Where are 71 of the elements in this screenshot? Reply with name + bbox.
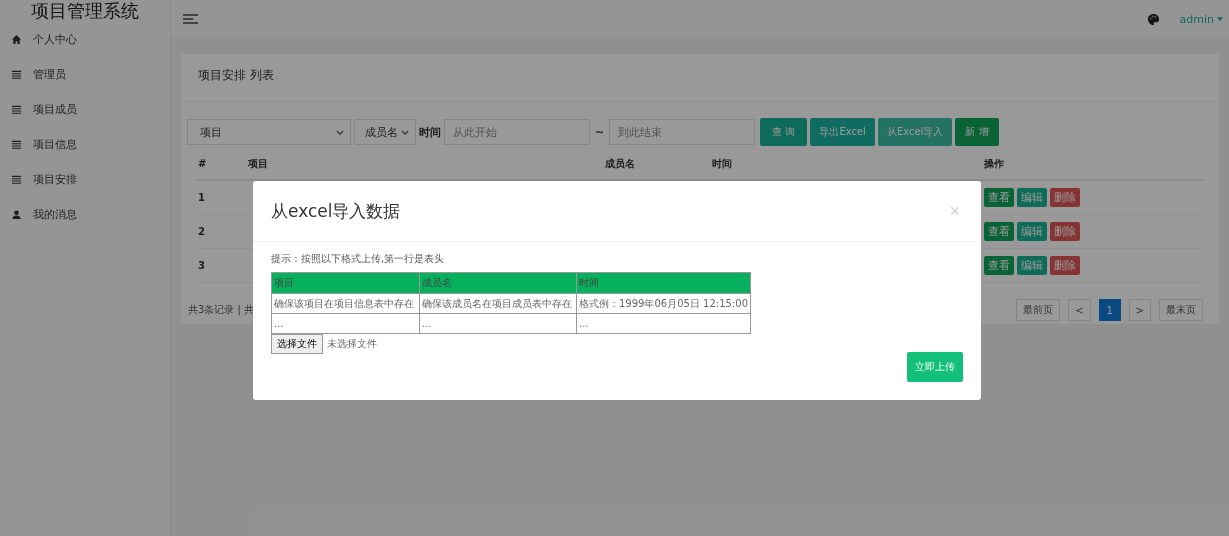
format-header: 成员名 <box>419 272 577 294</box>
row-action-button[interactable]: 查看 <box>984 188 1014 207</box>
sidebar-label: 管理员 <box>33 67 66 82</box>
toolbar-button[interactable]: 查 询 <box>760 118 808 146</box>
row-action-button[interactable]: 删除 <box>1050 256 1080 275</box>
row-action-button[interactable]: 编辑 <box>1017 222 1047 241</box>
row-action-button[interactable]: 删除 <box>1050 222 1080 241</box>
format-cell: 确保该成员名在项目成员表中存在 <box>419 293 577 314</box>
app-title: 项目管理系统 <box>30 0 140 22</box>
list-icon <box>11 139 22 150</box>
page-button[interactable]: > <box>1128 299 1151 321</box>
member-select[interactable]: 成员名 <box>354 119 416 145</box>
row-action-button[interactable]: 编辑 <box>1017 188 1047 207</box>
sidebar-item[interactable]: 管理员 <box>0 57 170 92</box>
list-icon <box>11 69 22 80</box>
format-header: 时间 <box>576 272 751 294</box>
row-action-button[interactable]: 查看 <box>984 256 1014 275</box>
toolbar-button[interactable]: 从Excel导入 <box>877 118 953 146</box>
sidebar-label: 项目成员 <box>33 102 77 117</box>
toolbar-button[interactable]: 导出Excel <box>810 118 875 146</box>
column-header: 操作 <box>983 148 1203 180</box>
sidebar-item[interactable]: 个人中心 <box>0 22 170 57</box>
list-icon <box>11 104 22 115</box>
sidebar-label: 项目信息 <box>33 137 77 152</box>
page-button[interactable]: 最前页 <box>1016 299 1061 321</box>
start-time-field[interactable]: 从此开始 <box>444 119 590 145</box>
format-cell: ... <box>419 313 577 334</box>
sidebar-label: 个人中心 <box>33 32 77 47</box>
caret-icon <box>1217 17 1223 21</box>
page-button[interactable]: 最末页 <box>1159 299 1203 321</box>
format-cell: 格式例：1999年06月05日 12:15:00 <box>576 293 751 314</box>
toolbar-button[interactable]: 新 增 <box>955 118 999 146</box>
sidebar-item[interactable]: 项目信息 <box>0 127 170 162</box>
palette-icon[interactable] <box>1146 12 1160 26</box>
page-button[interactable]: 1 <box>1098 299 1121 321</box>
format-cell: 确保该项目在项目信息表中存在 <box>271 293 420 314</box>
menu-icon[interactable] <box>183 13 198 25</box>
row-number: 3 <box>197 248 247 283</box>
file-status: 未选择文件 <box>327 337 377 351</box>
sidebar-item[interactable]: 我的消息 <box>0 197 170 232</box>
end-time-field[interactable]: 到此结束 <box>609 119 756 145</box>
choose-file-button[interactable]: 选择文件 <box>271 334 323 354</box>
format-cell: ... <box>576 313 751 334</box>
project-select[interactable]: 项目 <box>187 119 351 145</box>
row-number: 2 <box>197 214 247 249</box>
user-icon <box>11 209 22 220</box>
row-action-button[interactable]: 编辑 <box>1017 256 1047 275</box>
close-button[interactable]: × <box>949 200 960 222</box>
sidebar-label: 我的消息 <box>33 207 77 222</box>
dialog-title: 从excel导入数据 <box>271 199 401 223</box>
chevron-icon <box>401 129 409 135</box>
home-icon <box>11 34 22 45</box>
row-action-button[interactable]: 查看 <box>984 222 1014 241</box>
column-header: # <box>197 148 247 180</box>
sidebar-label: 项目安排 <box>33 172 77 187</box>
chevron-icon <box>336 129 344 135</box>
format-header: 项目 <box>271 272 420 294</box>
record-summary: 共3条记录 | 共 <box>188 303 255 317</box>
sidebar-item[interactable]: 项目成员 <box>0 92 170 127</box>
hint-text: 提示：按照以下格式上传,第一行是表头 <box>271 252 446 266</box>
row-number: 1 <box>197 180 247 215</box>
user-menu[interactable]: admin <box>1179 12 1214 26</box>
row-action-button[interactable]: 删除 <box>1050 188 1080 207</box>
range-separator: ~ <box>595 125 605 139</box>
panel-title: 项目安排 列表 <box>181 54 1219 102</box>
upload-button[interactable]: 立即上传 <box>907 352 963 382</box>
list-icon <box>11 174 22 185</box>
time-label: 时间 <box>419 124 441 140</box>
format-cell: ... <box>271 313 420 334</box>
page-button[interactable]: < <box>1068 299 1091 321</box>
sidebar-item[interactable]: 项目安排 <box>0 162 170 197</box>
